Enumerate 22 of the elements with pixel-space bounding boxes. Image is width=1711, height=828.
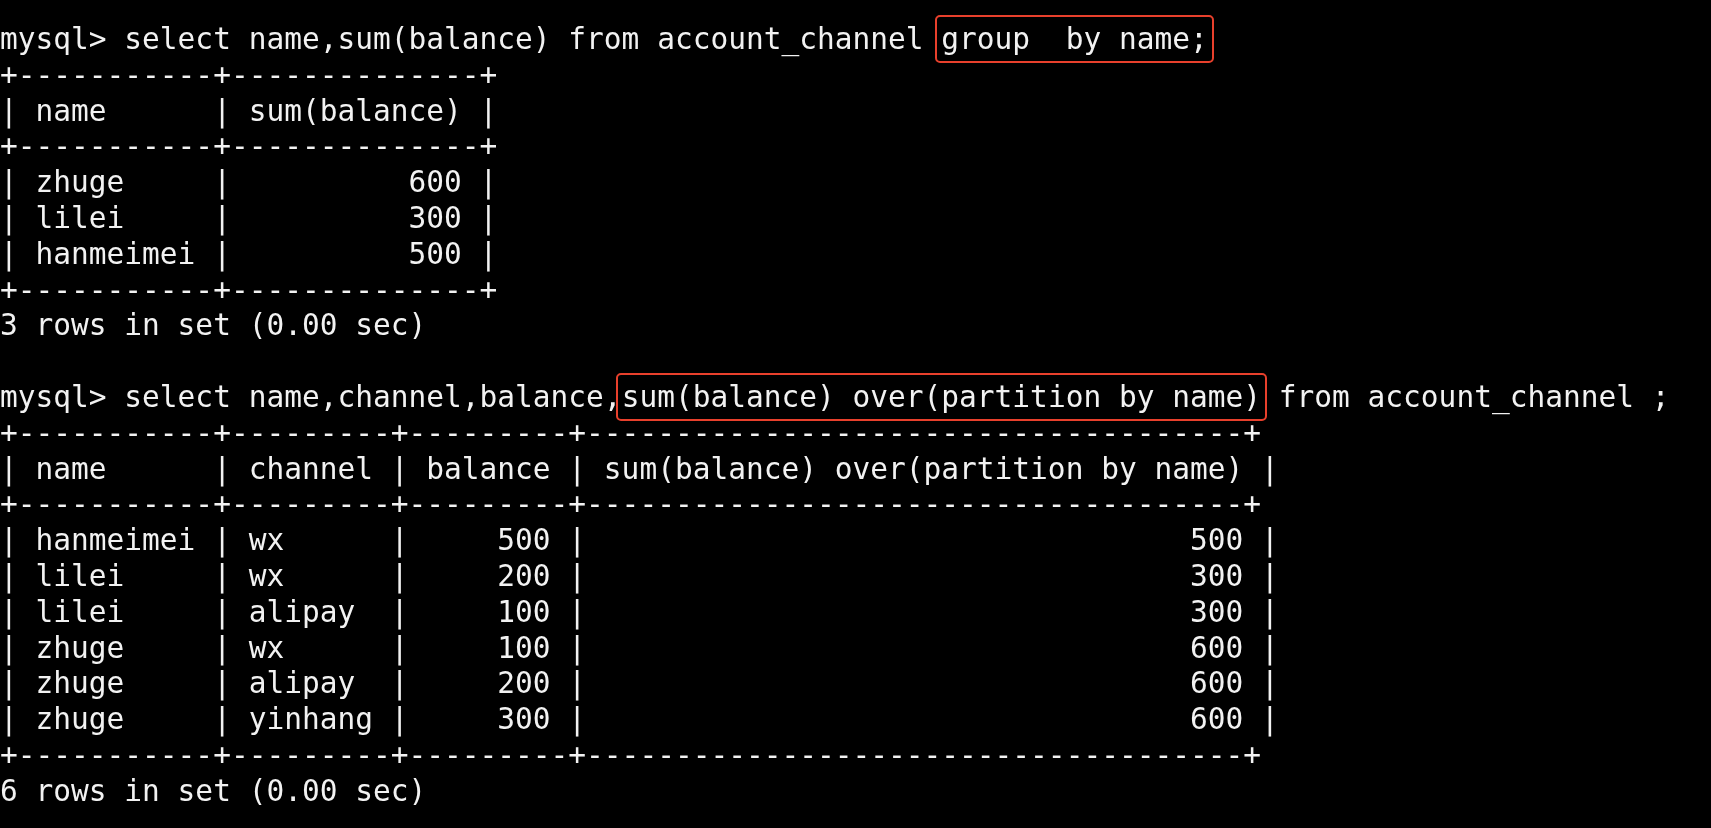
terminal-text: 3 rows in set (0.00 sec) <box>0 308 427 343</box>
terminal-text: | lilei | wx | 200 | 300 | <box>0 558 1279 593</box>
terminal-text: +-----------+---------+---------+-------------------------------------+ <box>0 737 1261 772</box>
terminal-text: +-----------+---------+---------+-------------------------------------+ <box>0 487 1261 522</box>
highlighted-text: group by name; <box>935 15 1214 63</box>
terminal-text: | zhuge | yinhang | 300 | 600 | <box>0 702 1279 737</box>
terminal-text: from account_channel ; <box>1277 379 1670 414</box>
terminal-text: | zhuge | 600 | <box>0 165 498 200</box>
terminal-text: mysql> select name,sum(balance) from account_channel <box>0 22 925 56</box>
terminal-text: | name | channel | balance | sum(balance) over(partition by name) | <box>0 451 1279 486</box>
terminal-text: | lilei | 300 | <box>0 201 498 235</box>
terminal-text: | zhuge | wx | 100 | 600 | <box>0 630 1279 665</box>
terminal-text: | hanmeimei | 500 | <box>0 236 498 271</box>
terminal-text: +-----------+--------------+ <box>0 57 498 92</box>
terminal-text: | name | sum(balance) | <box>0 93 498 128</box>
terminal-text: | hanmeimei | wx | 500 | 500 | <box>0 523 1279 558</box>
terminal-text: +-----------+--------------+ <box>0 272 498 307</box>
highlighted-text: sum(balance) over(partition by name) <box>615 372 1267 421</box>
terminal-text: | zhuge | alipay | 200 | 600 | <box>0 666 1279 701</box>
terminal-text: +-----------+--------------+ <box>0 129 498 164</box>
terminal-text: | lilei | alipay | 100 | 300 | <box>0 594 1279 629</box>
terminal-text: 6 rows in set (0.00 sec) <box>0 773 427 808</box>
